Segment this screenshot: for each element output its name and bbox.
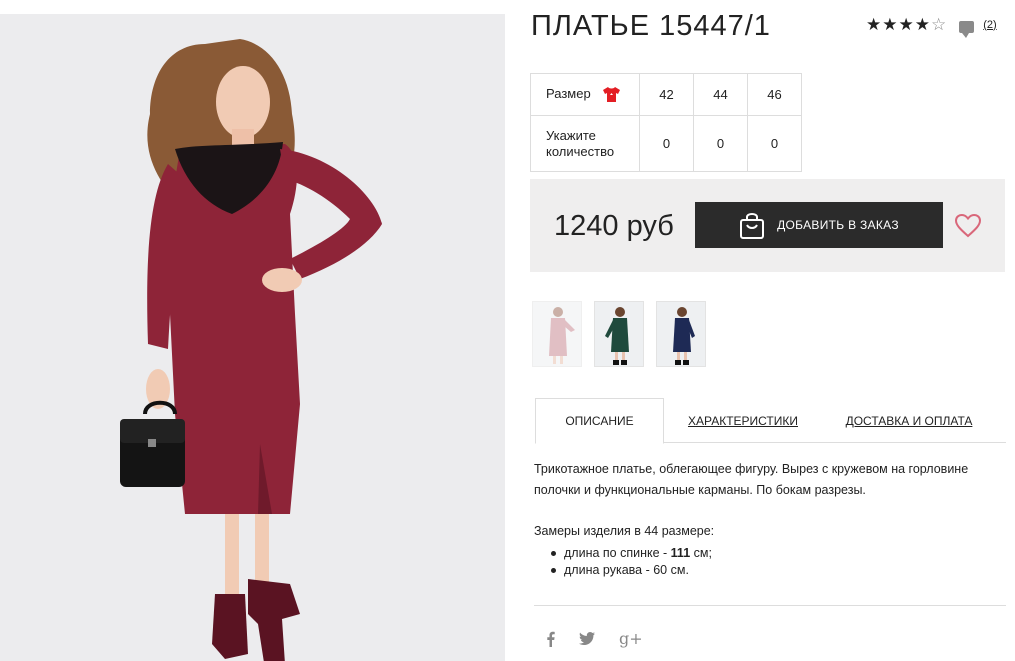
quantity-label-line1: Укажите — [546, 127, 596, 143]
tab-delivery-label: ДОСТАВКА И ОПЛАТА — [845, 413, 973, 428]
model-illustration — [120, 39, 382, 661]
quantity-input-46[interactable]: 0 — [747, 115, 802, 172]
add-to-order-button[interactable]: ДОБАВИТЬ В ЗАКАЗ — [695, 202, 943, 248]
thumbnail-navy[interactable] — [656, 301, 706, 367]
rating[interactable]: ★ ★ ★ ★ ☆ (2) — [866, 16, 997, 38]
color-thumbnails — [532, 301, 706, 367]
quantity-label-cell: Укажите количество — [530, 115, 640, 172]
star-empty-icon[interactable]: ☆ — [931, 16, 946, 33]
thumbnail-pink[interactable] — [532, 301, 582, 367]
twitter-icon[interactable] — [579, 632, 595, 645]
facebook-icon[interactable] — [546, 631, 555, 647]
product-title: ПЛАТЬЕ 15447/1 — [531, 10, 771, 42]
tab-description[interactable]: ОПИСАНИЕ — [535, 398, 664, 444]
measurements-title: Замеры изделия в 44 размере: — [534, 524, 715, 538]
tab-characteristics[interactable]: ХАРАКТЕРИСТИКИ — [675, 398, 811, 443]
add-to-order-label: ДОБАВИТЬ В ЗАКАЗ — [777, 218, 899, 232]
size-row: Размер 42 44 46 — [530, 73, 802, 116]
info-tabs: ОПИСАНИЕ ХАРАКТЕРИСТИКИ ДОСТАВКА И ОПЛАТ… — [535, 398, 1006, 444]
price: 1240 руб — [554, 210, 674, 242]
star-icon[interactable]: ★ — [866, 16, 881, 33]
size-label-cell: Размер — [530, 73, 640, 116]
size-option-42: 42 — [639, 73, 694, 116]
measurement-item: длина рукава - 60 см. — [551, 562, 712, 579]
size-table: Размер 42 44 46 Укажите количество 0 0 0 — [530, 73, 802, 172]
product-description: Трикотажное платье, облегающее фигуру. В… — [534, 462, 969, 497]
quantity-input-42[interactable]: 0 — [639, 115, 694, 172]
quantity-label-line2: количество — [546, 143, 615, 159]
size-option-44: 44 — [693, 73, 748, 116]
size-option-46: 46 — [747, 73, 802, 116]
buy-box: 1240 руб ДОБАВИТЬ В ЗАКАЗ — [530, 179, 1005, 272]
size-label: Размер — [546, 85, 591, 101]
star-icon[interactable]: ★ — [899, 16, 914, 33]
measurement-item: длина по спинке - 111 см; — [551, 545, 712, 562]
wishlist-heart-icon[interactable] — [954, 213, 982, 238]
comment-icon[interactable] — [959, 20, 975, 38]
divider — [534, 605, 1006, 606]
quantity-row: Укажите количество 0 0 0 — [530, 115, 802, 172]
review-count-link[interactable]: (2) — [983, 19, 996, 31]
star-icon[interactable]: ★ — [915, 16, 930, 33]
quantity-input-44[interactable]: 0 — [693, 115, 748, 172]
shopping-bag-icon — [740, 213, 765, 239]
tab-characteristics-label: ХАРАКТЕРИСТИКИ — [687, 413, 798, 428]
product-photo[interactable] — [0, 14, 505, 661]
tab-delivery[interactable]: ДОСТАВКА И ОПЛАТА — [837, 398, 981, 443]
thumbnail-green[interactable] — [594, 301, 644, 367]
measurements-list: длина по спинке - 111 см; длина рукава -… — [551, 545, 712, 579]
social-share: g+ — [546, 629, 643, 648]
google-plus-icon[interactable]: g+ — [619, 629, 643, 648]
star-icon[interactable]: ★ — [882, 16, 897, 33]
size-chart-shirt-icon[interactable] — [602, 86, 621, 103]
